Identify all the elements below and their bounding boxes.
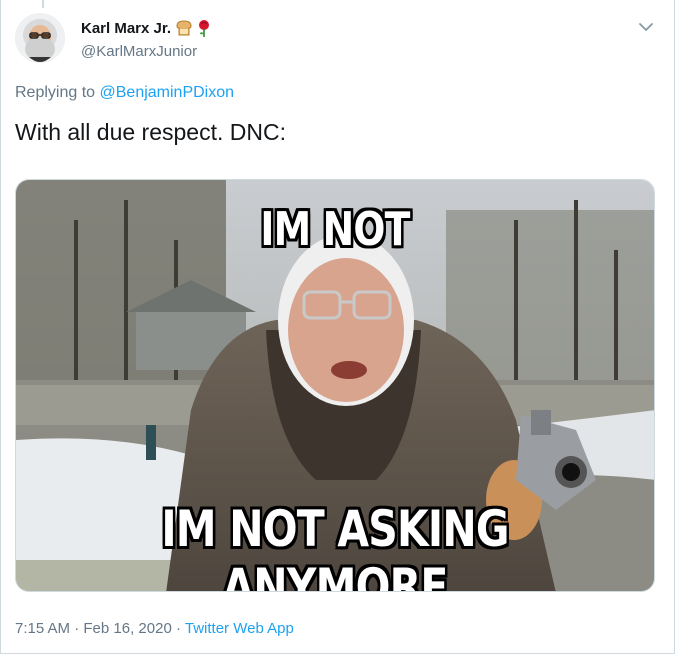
display-name-text: Karl Marx Jr. [81,19,172,37]
tweet-date[interactable]: Feb 16, 2020 [83,620,171,637]
thread-line [42,0,44,8]
reply-prefix: Replying to [15,84,96,101]
chevron-down-icon[interactable] [637,18,655,36]
user-handle[interactable]: @KarlMarxJunior [81,43,197,60]
replying-to: Replying to @BenjaminPDixon [15,84,234,102]
bread-emoji-icon [176,20,192,36]
tweet-media[interactable]: IM NOT IM NOT ASKING ANYMORE [15,179,655,592]
reply-mention-link[interactable]: @BenjaminPDixon [100,84,235,101]
meme-bottom-caption: IM NOT ASKING ANYMORE [161,500,509,592]
avatar-image [15,13,65,63]
tweet-source-link[interactable]: Twitter Web App [185,620,294,637]
rose-emoji-icon [199,20,210,37]
meta-separator: · [74,620,80,637]
tweet-metadata: 7:15 AM · Feb 16, 2020 · Twitter Web App [15,620,294,637]
meme-top-caption: IM NOT [260,202,410,256]
meta-separator-2: · [175,620,181,637]
tweet-time[interactable]: 7:15 AM [15,620,70,637]
avatar[interactable] [15,13,65,63]
tweet-text: With all due respect. DNC: [15,119,286,145]
display-name[interactable]: Karl Marx Jr. [81,19,211,37]
tweet-card: Karl Marx Jr. @KarlMarxJunior Replying t… [0,0,675,654]
